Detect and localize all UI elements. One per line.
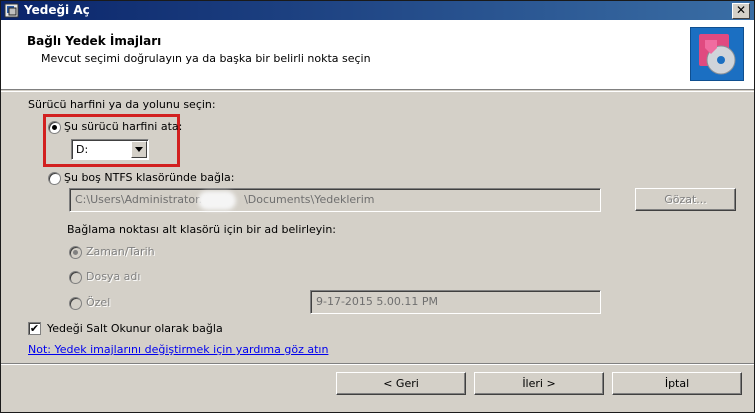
wizard-header: Bağlı Yedek İmajları Mevcut seçimi doğru… [1,20,754,92]
custom-name-field[interactable]: 9-17-2015 5.00.11 PM [310,290,601,314]
radio-dosya-adi[interactable] [69,271,82,284]
next-button[interactable]: İleri > [474,372,604,395]
radio-zaman-tarih[interactable] [69,246,82,259]
browse-button[interactable]: Gözat... [635,188,736,211]
media-disc-icon [690,27,744,81]
drive-letter-select[interactable]: D: [71,139,149,160]
title-bar[interactable]: Yedeği Aç ✕ [1,1,754,20]
drive-letter-value: D: [76,143,89,156]
ntfs-folder-radio[interactable] [48,172,61,185]
label-dosya-adi[interactable]: Dosya adı [86,270,140,283]
label-ozel[interactable]: Özel [86,296,110,309]
readonly-checkbox[interactable]: ✔ [28,322,41,335]
header-subtitle: Mevcut seçimi doğrulayın ya da başka bir… [41,52,371,65]
readonly-label[interactable]: Yedeği Salt Okunur olarak bağla [47,322,223,335]
drive-prompt-label: Sürücü harfini ya da yolunu seçin: [28,98,216,111]
folder-path-end: \Documents\Yedeklerim [244,193,375,206]
radio-ozel[interactable] [69,297,82,310]
back-button[interactable]: < Geri [336,372,466,395]
app-icon [4,3,19,18]
chevron-down-icon[interactable] [131,141,147,158]
drive-letter-radio[interactable] [48,121,61,134]
header-divider [1,91,754,92]
ntfs-folder-label[interactable]: Şu boş NTFS klasöründe bağla: [64,171,235,184]
help-link[interactable]: Not: Yedek imajlarını değiştirmek için y… [28,343,328,356]
dialog-window: Yedeği Aç ✕ Bağlı Yedek İmajları Mevcut … [0,0,755,413]
window-title: Yedeği Aç [24,3,90,17]
label-zaman-tarih[interactable]: Zaman/Tarih [86,245,155,258]
subfolder-prompt-label: Bağlama noktası alt klasörü için bir ad … [67,223,337,236]
header-title: Bağlı Yedek İmajları [27,34,162,48]
footer-divider [1,363,754,365]
redacted-username [198,191,236,210]
close-button[interactable]: ✕ [732,3,750,19]
cancel-button[interactable]: İptal [612,372,742,395]
folder-path-start: C:\Users\Administrator. [75,193,203,206]
drive-letter-label[interactable]: Şu sürücü harfini ata: [64,120,182,133]
folder-path-field[interactable]: C:\Users\Administrator. \Documents\Yedekl… [69,188,601,212]
